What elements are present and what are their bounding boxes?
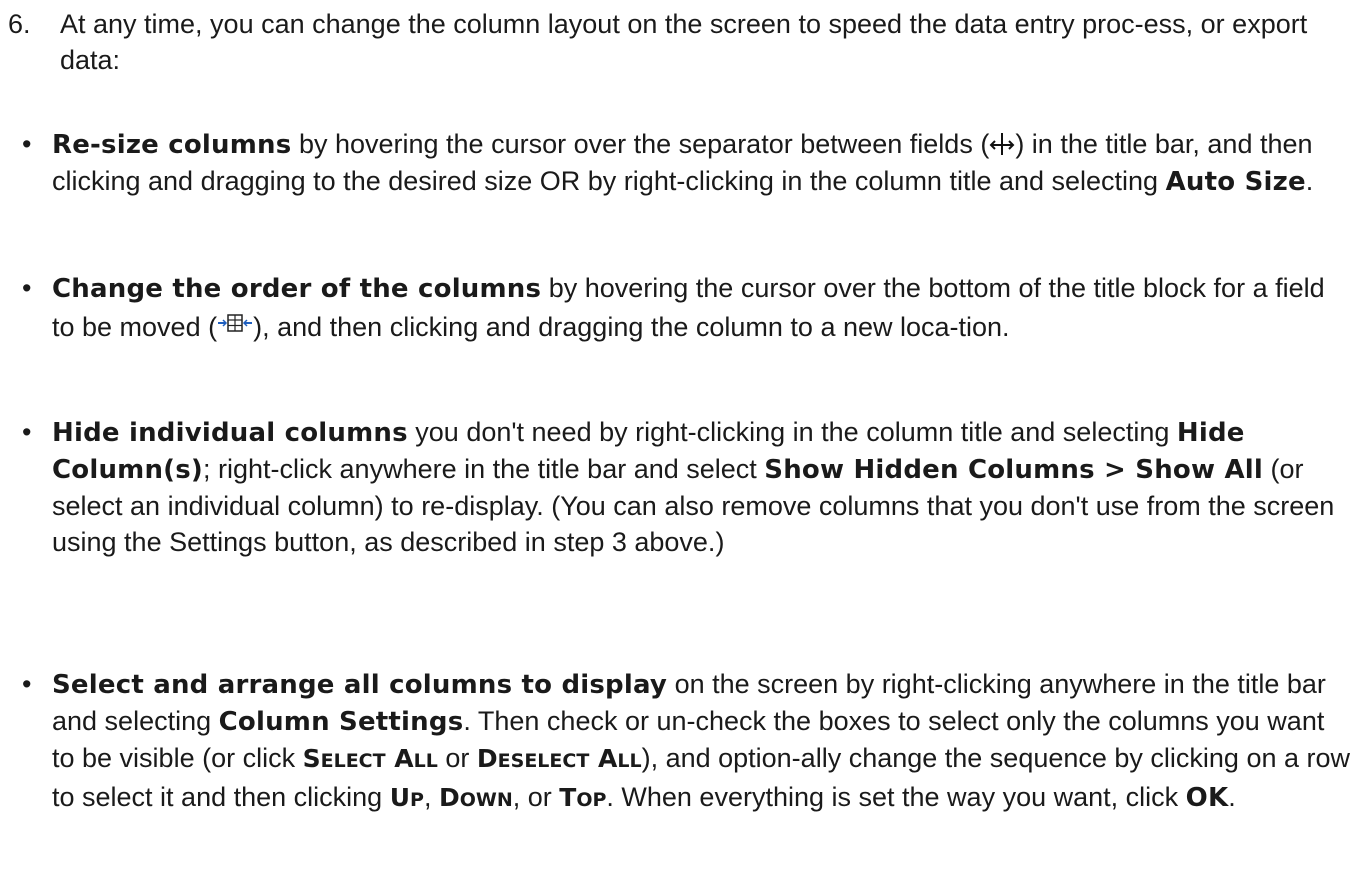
text-run: , or [512,782,560,812]
sc-small: ESELECT [497,750,590,772]
sc-small: P [410,789,424,811]
bullet-text: Hide individual columns you don't need b… [52,414,1352,560]
sc-cap: T [559,783,577,812]
bullet-change-order: • Change the order of the columns by hov… [0,270,1366,345]
sc-cap: A [589,744,618,773]
column-move-cursor-icon [217,307,253,332]
sc-cap: U [389,783,410,812]
bold-lead: Select and arrange all columns to displa… [52,670,668,700]
sc-small: OP [576,789,607,811]
bullet-text: Re-size columns by hovering the cursor o… [52,126,1352,200]
step-text: At any time, you can change the column l… [60,9,1308,75]
step-number: 6. [8,9,31,39]
top-label: TOP [559,783,606,812]
bold-auto-size: Auto Size [1165,167,1306,197]
text-run: you don't need by right-clicking in the … [407,417,1177,447]
text-run: ), and then clicking and dragging the co… [253,312,1010,342]
bullet-select-arrange: • Select and arrange all columns to disp… [0,666,1366,818]
sc-cap: A [385,744,414,773]
sc-small: LL [617,750,642,772]
bullet-marker: • [22,417,32,447]
text-run: or [437,743,477,773]
sc-cap: S [302,744,321,773]
sc-small: OWN [459,789,513,811]
text-run: . [1228,782,1236,812]
select-all-label: SELECT ALL [303,744,438,773]
bullet-hide-columns: • Hide individual columns you don't need… [0,414,1366,560]
up-label: UP [390,783,424,812]
text-run: . [1305,166,1314,196]
deselect-all-label: DESELECT ALL [477,744,642,773]
bullet-text: Select and arrange all columns to displa… [52,666,1352,818]
sc-cap: D [476,744,498,773]
text-run: by hovering the cursor over the separato… [291,129,990,159]
bullet-marker: • [22,669,32,699]
down-label: DOWN [439,783,513,812]
bold-column-settings: Column Settings [218,707,464,737]
bold-lead: Hide individual columns [52,418,408,448]
bold-lead: Change the order of the columns [52,274,542,304]
bold-show-all: Show Hidden Columns > Show All [764,455,1263,485]
bullet-resize-columns: • Re-size columns by hovering the cursor… [0,126,1366,200]
sc-small: LL [413,750,438,772]
sc-small: ELECT [320,750,386,772]
help-document: 6. At any time, you can change the colum… [0,0,1366,870]
sc-cap: D [438,783,460,812]
step-6: 6. At any time, you can change the colum… [8,6,1348,78]
bold-ok: OK [1185,783,1229,813]
bullet-marker: • [22,273,32,303]
bullet-text: Change the order of the columns by hover… [52,270,1352,345]
bold-lead: Re-size columns [52,130,292,160]
column-resize-cursor-icon [989,130,1015,156]
text-run: ; right-click anywhere in the title bar … [203,454,765,484]
text-run: , [423,782,439,812]
bullet-marker: • [22,129,32,159]
text-run: . When everything is set the way you wan… [606,782,1186,812]
